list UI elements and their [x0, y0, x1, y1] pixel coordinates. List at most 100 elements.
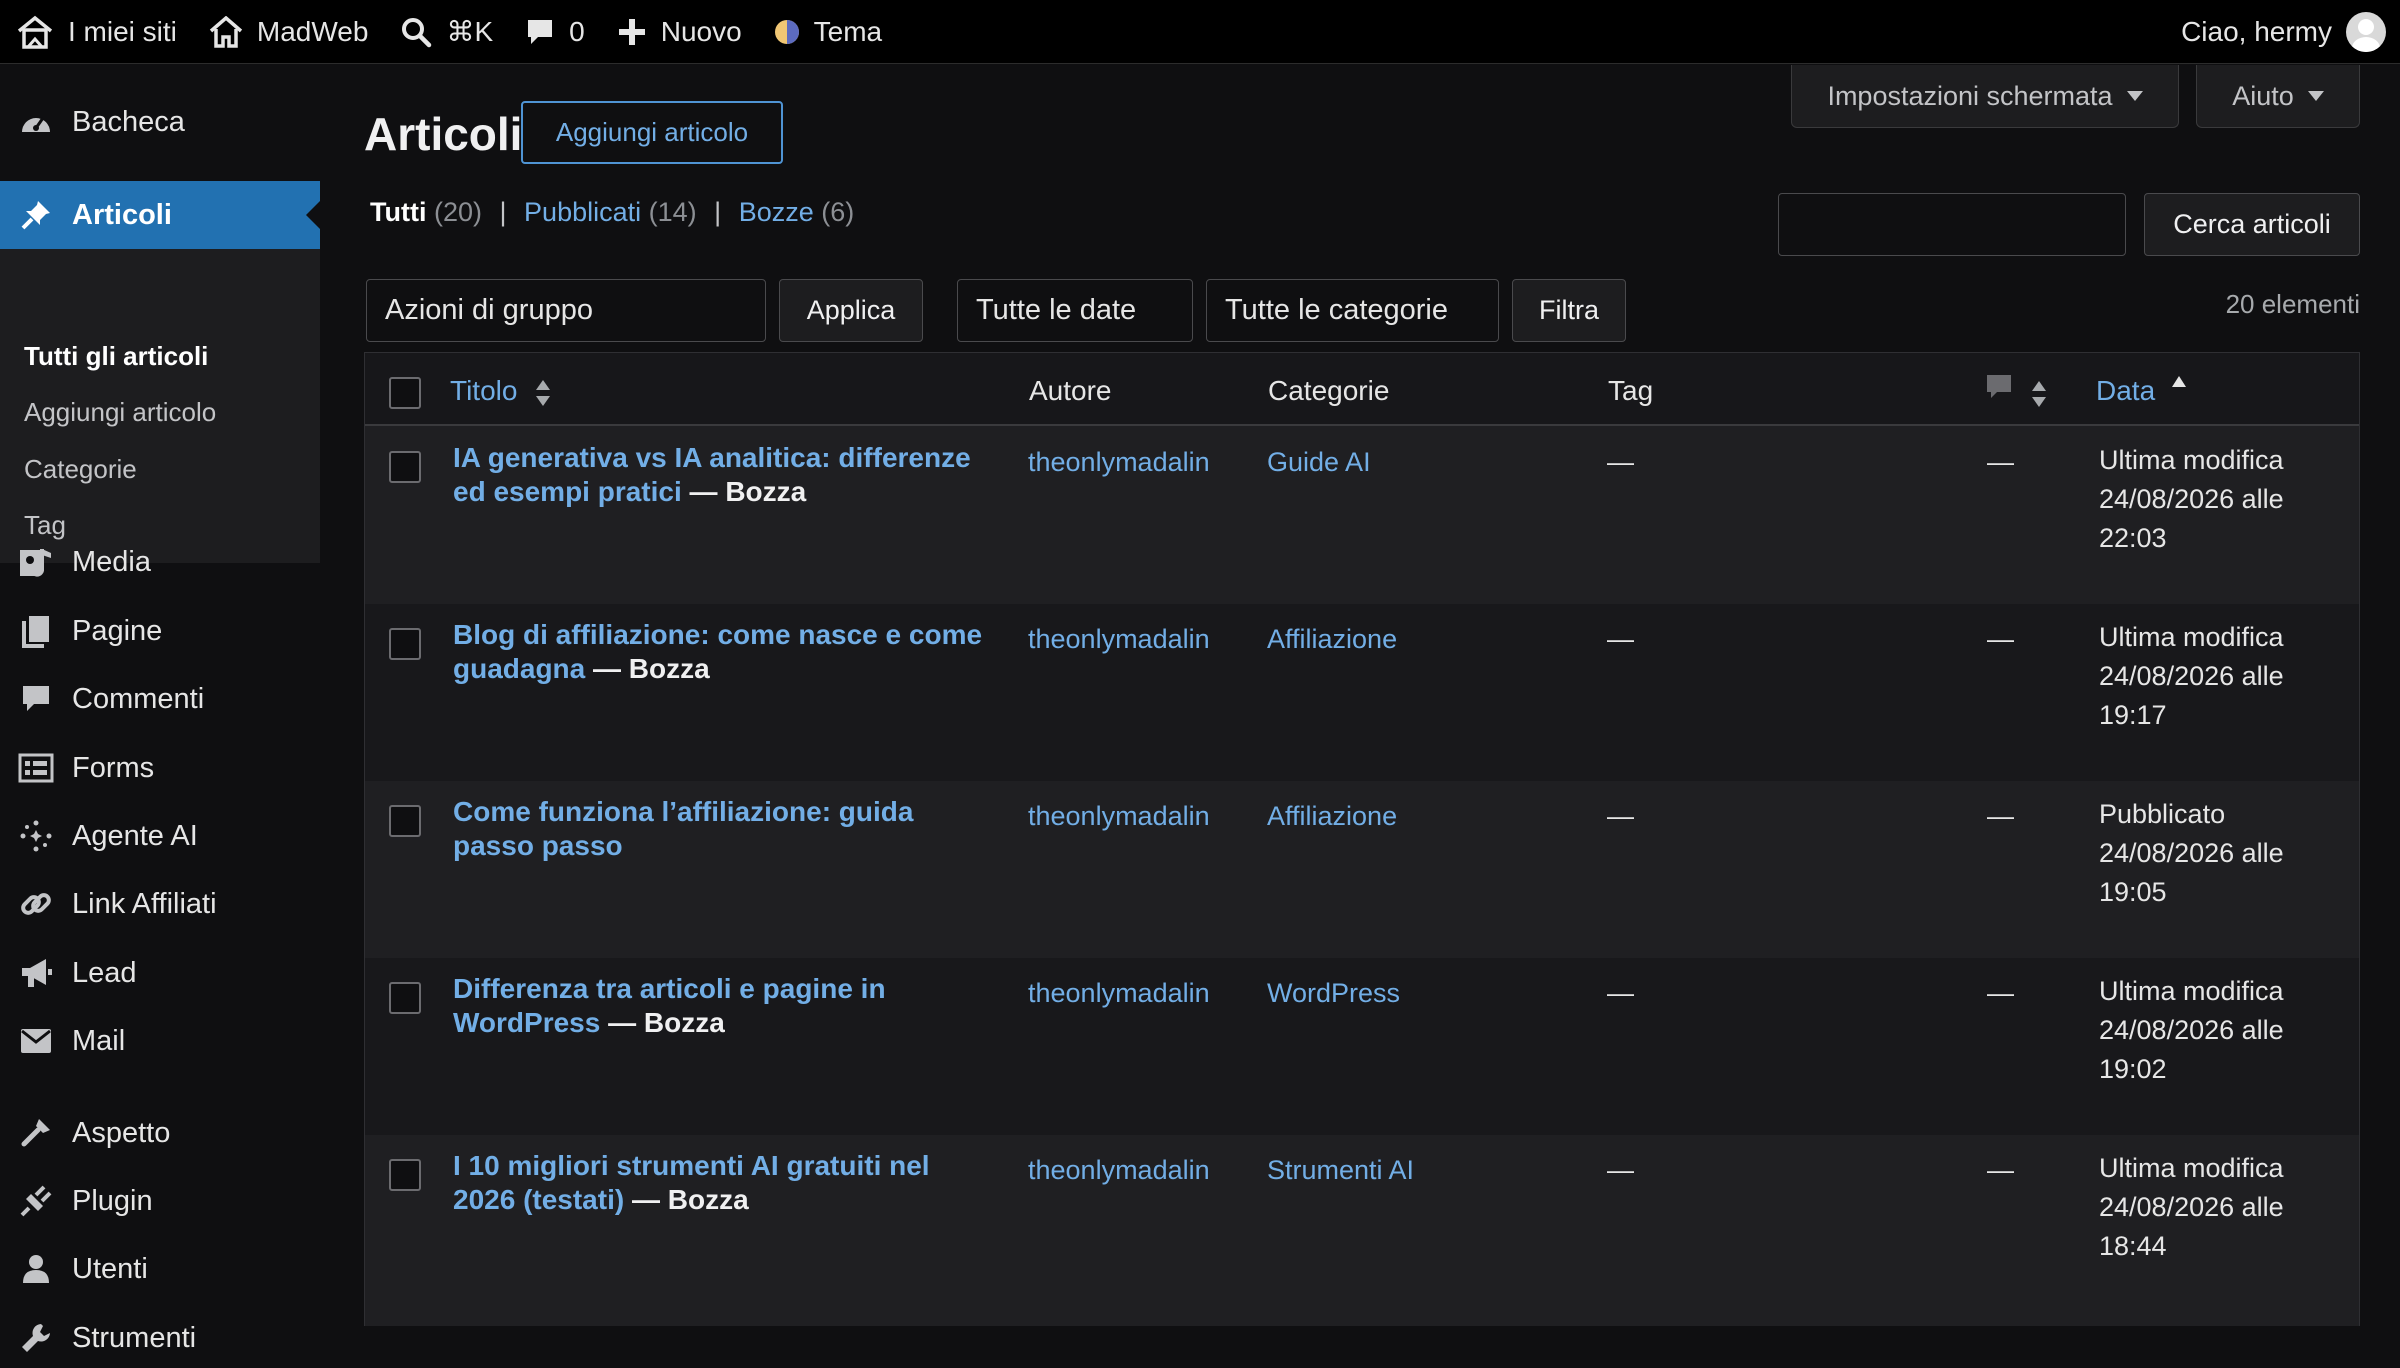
- table-row: Differenza tra articoli e pagine in Word…: [365, 958, 2359, 1135]
- admin-sidebar: Bacheca Articoli Tutti gli articoli Aggi…: [0, 65, 320, 1354]
- post-author[interactable]: theonlymadalin: [1028, 799, 1210, 833]
- user-icon: [23, 1255, 49, 1283]
- post-date-value: 24/08/2026 alle: [2099, 661, 2284, 691]
- view-all[interactable]: Tutti: [370, 197, 426, 227]
- sidebar-item-lead[interactable]: Lead: [0, 943, 320, 1003]
- sidebar-item-appearance[interactable]: Aspetto: [0, 1103, 320, 1163]
- row-checkbox[interactable]: [389, 628, 421, 660]
- column-categories: Categorie: [1268, 375, 1390, 406]
- post-title-link[interactable]: Blog di affiliazione: come nasce e come …: [453, 619, 982, 684]
- post-category[interactable]: Affiliazione: [1267, 799, 1397, 833]
- view-published[interactable]: Pubblicati: [524, 197, 641, 227]
- post-title[interactable]: Differenza tra articoli e pagine in Word…: [453, 972, 993, 1040]
- row-checkbox[interactable]: [389, 451, 421, 483]
- post-author[interactable]: theonlymadalin: [1028, 622, 1210, 656]
- sidebar-item-label: Lead: [72, 956, 137, 989]
- screen-options-label: Impostazioni schermata: [1827, 80, 2113, 111]
- post-title[interactable]: Blog di affiliazione: come nasce e come …: [453, 618, 993, 686]
- post-author[interactable]: theonlymadalin: [1028, 445, 1210, 479]
- sidebar-item-media[interactable]: Media: [0, 532, 320, 592]
- screen-options-button[interactable]: Impostazioni schermata: [1791, 65, 2179, 128]
- sidebar-item-forms[interactable]: Forms: [0, 738, 320, 798]
- post-state: — Bozza: [593, 653, 710, 684]
- sidebar-item-posts[interactable]: Articoli: [0, 181, 320, 249]
- post-title[interactable]: I 10 migliori strumenti AI gratuiti nel …: [453, 1149, 993, 1217]
- submenu-add-post[interactable]: Aggiungi articolo: [24, 397, 216, 428]
- sidebar-item-label: Link Affiliati: [72, 887, 217, 920]
- help-button[interactable]: Aiuto: [2196, 65, 2360, 128]
- select-all-checkbox[interactable]: [389, 377, 421, 409]
- apply-button[interactable]: Applica: [779, 279, 923, 342]
- megaphone-icon: [22, 959, 52, 987]
- view-drafts[interactable]: Bozze: [739, 197, 814, 227]
- add-post-button[interactable]: Aggiungi articolo: [521, 101, 783, 164]
- search-input[interactable]: [1778, 193, 2126, 256]
- post-title[interactable]: IA generativa vs IA analitica: differenz…: [453, 441, 993, 509]
- caret-down-icon: [2307, 91, 2324, 101]
- post-category[interactable]: WordPress: [1267, 976, 1400, 1010]
- new-content-menu[interactable]: Nuovo: [601, 0, 758, 64]
- row-checkbox[interactable]: [389, 982, 421, 1014]
- column-title[interactable]: Titolo: [450, 375, 551, 408]
- caret-down-icon: [2126, 91, 2143, 101]
- bulk-actions-select[interactable]: Azioni di gruppo: [366, 279, 766, 342]
- column-title-label: Titolo: [450, 375, 518, 406]
- sidebar-item-affiliate-links[interactable]: Link Affiliati: [0, 874, 320, 934]
- post-title-link[interactable]: Come funziona l’affiliazione: guida pass…: [453, 796, 913, 861]
- post-date-status: Pubblicato: [2099, 799, 2226, 829]
- sidebar-item-ai-agent[interactable]: Agente AI: [0, 806, 320, 866]
- column-author: Autore: [1029, 375, 1112, 406]
- post-comments: —: [1987, 978, 2014, 1008]
- sidebar-item-label: Utenti: [72, 1252, 148, 1285]
- post-title[interactable]: Come funziona l’affiliazione: guida pass…: [453, 795, 993, 863]
- table-row: Come funziona l’affiliazione: guida pass…: [365, 781, 2359, 958]
- post-category[interactable]: Affiliazione: [1267, 622, 1397, 656]
- sparkle-icon: [20, 820, 52, 852]
- sidebar-item-mail[interactable]: Mail: [0, 1011, 320, 1071]
- sidebar-item-comments[interactable]: Commenti: [0, 669, 320, 729]
- site-name-menu[interactable]: MadWeb: [193, 0, 385, 64]
- post-date-value: 24/08/2026 alle: [2099, 838, 2284, 868]
- comment-bubble-icon: [528, 19, 553, 44]
- wrench-icon: [22, 1324, 50, 1352]
- sidebar-item-label: Forms: [72, 751, 155, 784]
- theme-label: Tema: [813, 15, 883, 47]
- mail-icon: [21, 1029, 51, 1053]
- sidebar-item-pages[interactable]: Pagine: [0, 601, 320, 661]
- post-state: — Bozza: [689, 476, 807, 507]
- post-date: Ultima modifica 24/08/2026 alle 18:44: [2099, 1149, 2349, 1266]
- post-category[interactable]: Guide AI: [1267, 445, 1371, 479]
- post-date-status: Ultima modifica: [2099, 445, 2284, 475]
- my-sites-menu[interactable]: I miei siti: [0, 0, 193, 64]
- post-author[interactable]: theonlymadalin: [1028, 1153, 1210, 1187]
- category-filter-select[interactable]: Tutte le categorie: [1206, 279, 1499, 342]
- filter-button[interactable]: Filtra: [1512, 279, 1626, 342]
- submenu-all-posts[interactable]: Tutti gli articoli: [24, 341, 208, 372]
- comments-menu[interactable]: 0: [509, 0, 601, 64]
- column-comments[interactable]: [1985, 373, 2047, 409]
- column-date[interactable]: Data: [2096, 375, 2187, 407]
- my-sites-label: I miei siti: [68, 15, 177, 47]
- command-palette-button[interactable]: ⌘K: [384, 0, 509, 64]
- post-author[interactable]: theonlymadalin: [1028, 976, 1210, 1010]
- sidebar-item-dashboard[interactable]: Bacheca: [0, 92, 320, 152]
- submenu-categories[interactable]: Categorie: [24, 454, 137, 485]
- sidebar-item-users[interactable]: Utenti: [0, 1239, 320, 1299]
- theme-toggle[interactable]: Tema: [758, 0, 898, 64]
- search-posts-button[interactable]: Cerca articoli: [2144, 193, 2360, 256]
- post-date-status: Ultima modifica: [2099, 976, 2284, 1006]
- sidebar-item-label: Commenti: [72, 682, 205, 715]
- post-date-time: 22:03: [2099, 523, 2167, 553]
- date-filter-select[interactable]: Tutte le date: [957, 279, 1193, 342]
- main-content: Impostazioni schermata Aiuto Articoli Ag…: [320, 65, 2400, 1326]
- row-checkbox[interactable]: [389, 1159, 421, 1191]
- post-comments: —: [1987, 801, 2014, 831]
- row-checkbox[interactable]: [389, 805, 421, 837]
- account-menu[interactable]: Ciao, hermy: [2181, 11, 2400, 52]
- sidebar-item-tools[interactable]: Strumenti: [0, 1308, 320, 1368]
- post-category[interactable]: Strumenti AI: [1267, 1153, 1414, 1187]
- search-icon: [402, 17, 432, 47]
- new-label: Nuovo: [660, 15, 742, 47]
- sidebar-item-plugins[interactable]: Plugin: [0, 1171, 320, 1231]
- view-all-count: (20): [433, 197, 482, 227]
